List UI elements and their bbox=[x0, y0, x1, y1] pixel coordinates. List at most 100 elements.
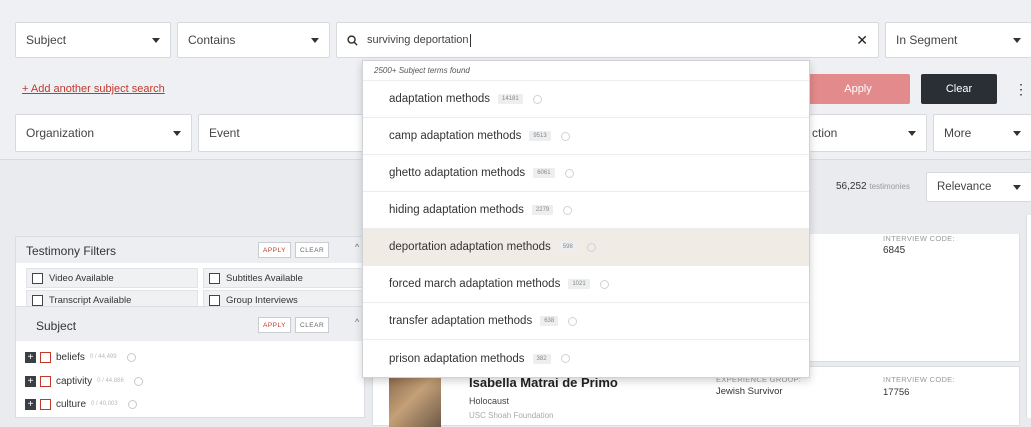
field-select[interactable]: Subject bbox=[15, 22, 171, 58]
option-label: prison adaptation methods bbox=[389, 352, 525, 365]
sort-select-value: Relevance bbox=[937, 181, 992, 193]
action-select[interactable]: ction bbox=[810, 114, 927, 152]
info-icon[interactable] bbox=[532, 94, 542, 104]
chevron-down-icon bbox=[311, 38, 319, 43]
checkbox[interactable] bbox=[209, 294, 220, 306]
clear-button[interactable]: Clear bbox=[921, 74, 997, 104]
autocomplete-header: 2500+ Subject terms found bbox=[363, 61, 809, 81]
autocomplete-option[interactable]: transfer adaptation methods 638 bbox=[363, 303, 809, 340]
info-icon[interactable] bbox=[127, 399, 137, 409]
autocomplete-option[interactable]: ghetto adaptation methods 6061 bbox=[363, 155, 809, 192]
operator-select-value: Contains bbox=[188, 33, 236, 47]
subject-item-label: culture bbox=[56, 398, 87, 410]
filter-subtitles-available[interactable]: Subtitles Available bbox=[203, 268, 365, 288]
autocomplete-dropdown: 2500+ Subject terms found adaptation met… bbox=[362, 60, 810, 378]
chevron-down-icon bbox=[1013, 38, 1021, 43]
text-cursor bbox=[469, 33, 471, 47]
results-count-value: 56,252 bbox=[836, 181, 867, 192]
info-icon[interactable] bbox=[126, 352, 136, 362]
subject-item-culture[interactable]: + culture 0 / 40,003 bbox=[25, 395, 137, 413]
subject-item-count: 0 / 44,886 bbox=[97, 378, 124, 384]
info-icon[interactable] bbox=[568, 316, 578, 326]
subject-apply-button[interactable]: APPLY bbox=[258, 317, 291, 333]
checkbox[interactable] bbox=[209, 272, 220, 284]
autocomplete-option[interactable]: adaptation methods 14181 bbox=[363, 81, 809, 118]
checkbox[interactable] bbox=[40, 351, 51, 363]
chevron-down-icon bbox=[152, 38, 160, 43]
autocomplete-option[interactable]: hiding adaptation methods 2279 bbox=[363, 192, 809, 229]
option-label: ghetto adaptation methods bbox=[389, 167, 526, 179]
checkbox[interactable] bbox=[40, 375, 51, 387]
chevron-up-icon[interactable]: ^ bbox=[355, 242, 359, 252]
subject-item-captivity[interactable]: + captivity 0 / 44,886 bbox=[25, 372, 143, 390]
subject-item-beliefs[interactable]: + beliefs 0 / 44,499 bbox=[25, 348, 136, 366]
autocomplete-option-highlighted[interactable]: deportation adaptation methods 598 bbox=[363, 229, 809, 266]
checkbox[interactable] bbox=[32, 272, 43, 284]
interview-code-value: 6845 bbox=[883, 245, 906, 256]
subject-clear-button[interactable]: CLEAR bbox=[295, 317, 330, 333]
expand-icon[interactable]: + bbox=[25, 351, 36, 363]
expand-icon[interactable]: + bbox=[25, 398, 36, 410]
add-subject-search-link[interactable]: + Add another subject search bbox=[22, 83, 165, 95]
option-label: camp adaptation methods bbox=[389, 130, 522, 142]
chevron-up-icon[interactable]: ^ bbox=[355, 317, 359, 327]
filter-video-available[interactable]: Video Available bbox=[26, 268, 198, 288]
field-select-value: Subject bbox=[26, 33, 67, 47]
option-count: 382 bbox=[532, 353, 551, 364]
autocomplete-option[interactable]: forced march adaptation methods 1021 bbox=[363, 266, 809, 303]
results-count-suffix: testimonies bbox=[869, 182, 910, 191]
testimony-filters-apply-button[interactable]: APPLY bbox=[258, 242, 291, 258]
info-icon[interactable] bbox=[560, 354, 570, 363]
operator-select[interactable]: Contains bbox=[177, 22, 330, 58]
option-count: 1021 bbox=[568, 279, 590, 289]
subject-item-count: 0 / 40,003 bbox=[91, 401, 118, 407]
info-icon[interactable] bbox=[564, 168, 574, 178]
expand-icon[interactable]: + bbox=[25, 375, 36, 387]
filter-label: Video Available bbox=[49, 272, 114, 284]
autocomplete-option[interactable]: prison adaptation methods 382 bbox=[363, 340, 809, 377]
chevron-down-icon bbox=[908, 131, 916, 136]
interview-code-label: INTERVIEW CODE: bbox=[883, 375, 955, 384]
filter-label: Transcript Available bbox=[49, 294, 132, 306]
option-count: 638 bbox=[540, 316, 559, 326]
result-card-edge bbox=[1026, 215, 1031, 418]
results-count: 56,252 testimonies bbox=[836, 181, 910, 192]
search-input[interactable]: surviving deportation ✕ bbox=[336, 22, 879, 58]
more-select-label: More bbox=[944, 126, 972, 140]
checkbox[interactable] bbox=[40, 398, 51, 410]
apply-button[interactable]: Apply bbox=[806, 74, 910, 104]
info-icon[interactable] bbox=[599, 279, 609, 289]
interview-code-label: INTERVIEW CODE: bbox=[883, 234, 955, 243]
option-count: 6061 bbox=[533, 168, 555, 178]
chevron-down-icon bbox=[1013, 185, 1021, 190]
info-icon[interactable] bbox=[560, 131, 570, 141]
more-options-icon[interactable]: ⋮ bbox=[1014, 81, 1028, 98]
subject-item-count: 0 / 44,499 bbox=[89, 354, 117, 360]
close-icon[interactable]: ✕ bbox=[856, 32, 868, 49]
info-icon[interactable] bbox=[133, 376, 143, 386]
autocomplete-option[interactable]: camp adaptation methods 9513 bbox=[363, 118, 809, 155]
subject-panel-title: Subject bbox=[36, 319, 77, 333]
info-icon[interactable] bbox=[586, 242, 596, 252]
experience-group-value: Jewish Survivor bbox=[716, 386, 783, 397]
organization-select-label: Organization bbox=[26, 126, 95, 140]
option-label: hiding adaptation methods bbox=[389, 204, 524, 216]
subject-item-label: beliefs bbox=[56, 351, 85, 363]
search-query: surviving deportation bbox=[367, 34, 469, 46]
info-icon[interactable] bbox=[563, 205, 573, 215]
sort-select[interactable]: Relevance bbox=[926, 172, 1031, 202]
checkbox[interactable] bbox=[32, 294, 43, 306]
search-icon bbox=[347, 34, 358, 46]
chevron-down-icon bbox=[173, 131, 181, 136]
option-count: 598 bbox=[558, 242, 577, 252]
option-count: 14181 bbox=[498, 94, 523, 104]
more-select[interactable]: More bbox=[933, 114, 1031, 152]
option-label: adaptation methods bbox=[389, 93, 491, 105]
event-select[interactable]: Event bbox=[198, 114, 368, 152]
option-label: deportation adaptation methods bbox=[389, 241, 551, 253]
filter-label: Group Interviews bbox=[226, 294, 298, 306]
segment-select[interactable]: In Segment bbox=[885, 22, 1031, 58]
subject-item-label: captivity bbox=[56, 375, 93, 387]
organization-select[interactable]: Organization bbox=[15, 114, 192, 152]
testimony-filters-clear-button[interactable]: CLEAR bbox=[295, 242, 330, 258]
